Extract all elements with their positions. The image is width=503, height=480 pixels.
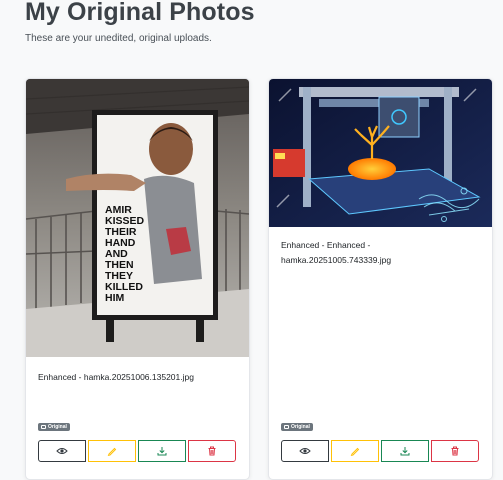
- action-buttons: [281, 440, 479, 462]
- eye-icon: [56, 448, 68, 454]
- photo-thumbnail[interactable]: AMIR KISSED THEIR HAND AND THEN THEY KIL…: [26, 79, 249, 357]
- action-buttons: [38, 440, 236, 462]
- delete-button[interactable]: [431, 440, 479, 462]
- pencil-icon: [107, 447, 117, 456]
- delete-button[interactable]: [188, 440, 236, 462]
- photo-card: AMIR KISSED THEIR HAND AND THEN THEY KIL…: [25, 78, 250, 480]
- view-button[interactable]: [38, 440, 86, 462]
- image-icon: [284, 425, 289, 429]
- edit-button[interactable]: [331, 440, 379, 462]
- original-badge: Original: [281, 423, 313, 431]
- photo-filename: Enhanced - Enhanced - hamka.20251005.743…: [281, 240, 392, 265]
- trash-icon: [208, 446, 216, 456]
- poster-line: HIM: [105, 292, 125, 304]
- page-subtitle: These are your unedited, original upload…: [25, 33, 212, 44]
- photo-card: Enhanced - Enhanced - hamka.20251005.743…: [268, 78, 493, 480]
- download-button[interactable]: [138, 440, 186, 462]
- original-badge: Original: [38, 423, 70, 431]
- edit-button[interactable]: [88, 440, 136, 462]
- photo-filename: Enhanced - hamka.20251006.135201.jpg: [38, 372, 194, 382]
- download-icon: [157, 447, 167, 456]
- page-title: My Original Photos: [25, 0, 255, 26]
- badge-label: Original: [291, 424, 310, 430]
- download-icon: [400, 447, 410, 456]
- view-button[interactable]: [281, 440, 329, 462]
- image-icon: [41, 425, 46, 429]
- download-button[interactable]: [381, 440, 429, 462]
- eye-icon: [299, 448, 311, 454]
- trash-icon: [451, 446, 459, 456]
- badge-label: Original: [48, 424, 67, 430]
- photo-thumbnail[interactable]: [269, 79, 492, 227]
- pencil-icon: [350, 447, 360, 456]
